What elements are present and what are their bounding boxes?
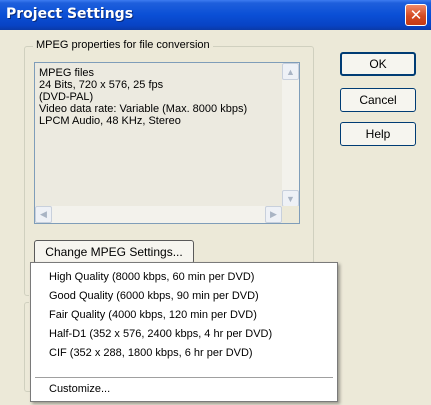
menu-item-customize[interactable]: Customize... [49,383,110,395]
menu-item-good-quality[interactable]: Good Quality (6000 kbps, 90 min per DVD) [49,290,259,302]
mpeg-info-text: MPEG files 24 Bits, 720 x 576, 25 fps (D… [39,67,247,127]
title-bar[interactable]: Project Settings ✕ [0,0,431,30]
help-button[interactable]: Help [340,122,416,146]
scroll-right-button[interactable]: ▶ [265,206,282,223]
menu-item-fair-quality[interactable]: Fair Quality (4000 kbps, 120 min per DVD… [49,309,257,321]
mpeg-quality-menu: High Quality (8000 kbps, 60 min per DVD)… [30,262,338,402]
info-line: (DVD-PAL) [39,91,94,103]
scroll-up-button[interactable]: ▲ [282,63,299,80]
close-button[interactable]: ✕ [405,4,427,26]
change-mpeg-settings-label: Change MPEG Settings... [45,245,183,259]
dialog-title: Project Settings [6,6,134,22]
change-mpeg-settings-button[interactable]: Change MPEG Settings... [34,240,194,264]
arrow-left-icon: ◀ [40,209,47,219]
scroll-down-button[interactable]: ▼ [282,190,299,207]
info-line: Video data rate: Variable (Max. 8000 kbp… [39,103,248,115]
info-line: LPCM Audio, 48 KHz, Stereo [39,115,181,127]
scroll-left-button[interactable]: ◀ [35,206,52,223]
scrollbar-corner [282,206,299,223]
cancel-label: Cancel [359,93,397,107]
close-icon: ✕ [409,6,423,24]
arrow-down-icon: ▼ [286,193,295,204]
arrow-up-icon: ▲ [286,66,295,77]
menu-item-cif[interactable]: CIF (352 x 288, 1800 kbps, 6 hr per DVD) [49,347,253,359]
menu-separator [35,377,333,378]
ok-label: OK [369,57,387,71]
info-line: MPEG files [39,67,95,79]
vertical-scrollbar[interactable]: ▲ ▼ [282,63,299,207]
info-line: 24 Bits, 720 x 576, 25 fps [39,79,164,91]
mpeg-properties-label: MPEG properties for file conversion [33,39,213,51]
ok-button[interactable]: OK [340,52,416,76]
horizontal-scrollbar[interactable]: ◀ ▶ [35,206,299,223]
menu-item-high-quality[interactable]: High Quality (8000 kbps, 60 min per DVD) [49,271,254,283]
cancel-button[interactable]: Cancel [340,88,416,112]
project-settings-dialog: Project Settings ✕ MPEG properties for f… [0,0,431,405]
arrow-right-icon: ▶ [270,209,277,219]
help-label: Help [365,127,391,141]
menu-item-half-d1[interactable]: Half-D1 (352 x 576, 2400 kbps, 4 hr per … [49,328,272,340]
mpeg-info-textbox[interactable]: MPEG files 24 Bits, 720 x 576, 25 fps (D… [34,62,300,224]
